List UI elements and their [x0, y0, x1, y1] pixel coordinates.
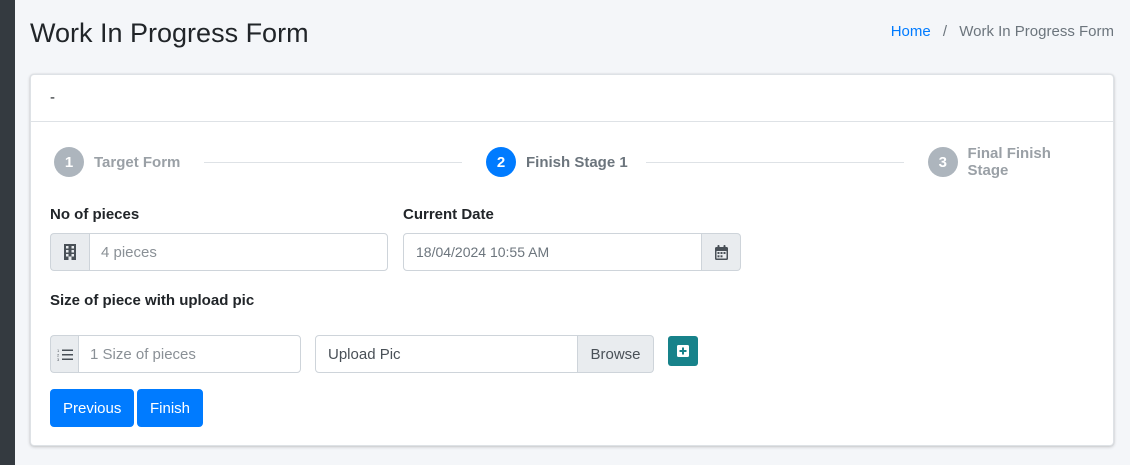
- list-icon: 1 2 3: [50, 335, 78, 373]
- pieces-label: No of pieces: [50, 206, 140, 223]
- step-target-form[interactable]: 1 Target Form: [54, 147, 180, 177]
- size-input[interactable]: [78, 335, 301, 373]
- pieces-input-group: [50, 233, 388, 271]
- page-title: Work In Progress Form: [30, 18, 309, 48]
- step-number-3: 3: [928, 147, 958, 177]
- current-date-input-group: 18/04/2024 10:55 AM: [403, 233, 741, 271]
- stepper: 1 Target Form 2 Finish Stage 1 3 Final F…: [54, 145, 1094, 179]
- current-date-field[interactable]: 18/04/2024 10:55 AM: [403, 233, 702, 271]
- sidebar-edge: [0, 0, 15, 465]
- svg-text:3: 3: [57, 357, 60, 361]
- previous-button[interactable]: Previous: [50, 389, 135, 427]
- size-input-group: 1 2 3: [50, 335, 301, 373]
- step-finish-stage-1[interactable]: 2 Finish Stage 1: [486, 147, 628, 177]
- step-label-1: Target Form: [94, 153, 181, 171]
- upload-pic-field[interactable]: Upload Pic: [315, 335, 578, 373]
- step-number-2: 2: [486, 147, 516, 177]
- breadcrumb-home-link[interactable]: Home: [891, 23, 931, 40]
- card-header: -: [31, 75, 1113, 122]
- calendar-icon[interactable]: [702, 233, 741, 271]
- plus-square-icon: [677, 345, 689, 357]
- breadcrumb-separator: /: [942, 23, 948, 40]
- step-label-2: Finish Stage 1: [526, 153, 628, 171]
- upload-input-group: Upload Pic Browse: [315, 335, 654, 373]
- add-row-button[interactable]: [668, 336, 698, 366]
- step-number-1: 1: [54, 147, 84, 177]
- step-connector-1: [204, 162, 462, 163]
- form-card: - 1 Target Form 2 Finish Stage 1 3 Final…: [30, 74, 1114, 446]
- pieces-input[interactable]: [89, 233, 388, 271]
- finish-button[interactable]: Finish: [137, 389, 204, 427]
- current-date-label: Current Date: [403, 206, 494, 223]
- breadcrumb-current: Work In Progress Form: [959, 23, 1114, 40]
- size-section-label: Size of piece with upload pic: [50, 292, 255, 309]
- step-label-3: Final Finish Stage: [967, 145, 1051, 179]
- step-final-finish-stage[interactable]: 3 Final Finish Stage: [928, 145, 1094, 179]
- breadcrumb: Home / Work In Progress Form: [891, 23, 1114, 40]
- building-icon: [50, 233, 89, 271]
- step-connector-2: [646, 162, 904, 163]
- browse-button[interactable]: Browse: [578, 335, 654, 373]
